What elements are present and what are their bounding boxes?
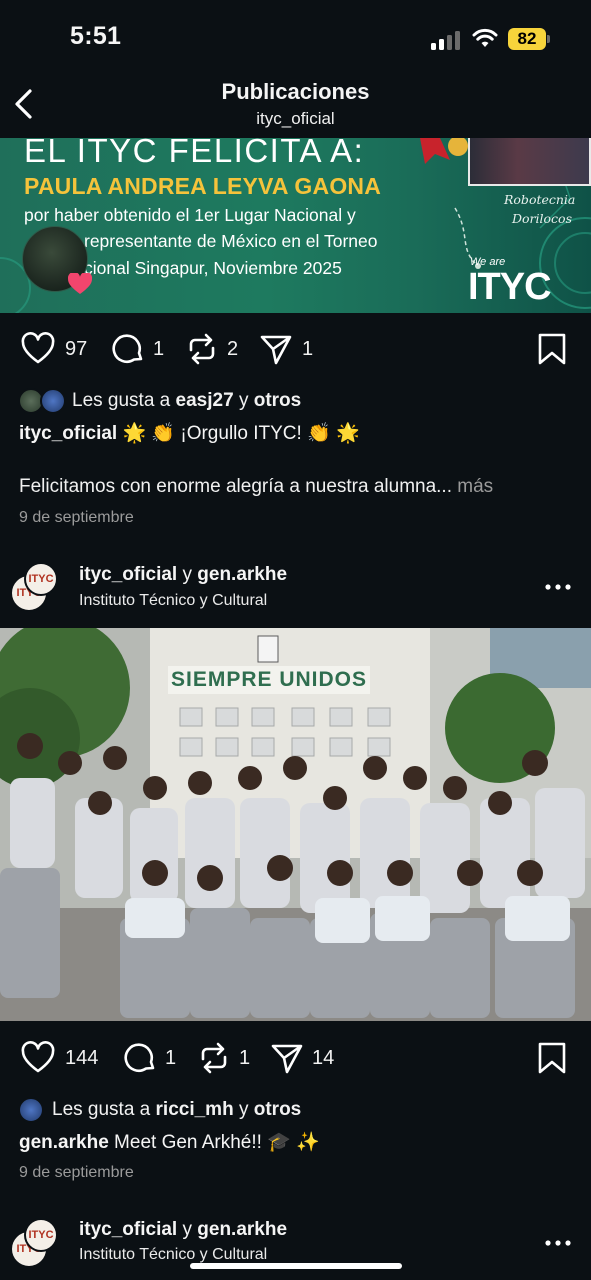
dorilocos-label: Dorilocos [512, 211, 572, 226]
like-count[interactable]: 144 [65, 1047, 98, 1070]
bookmark-icon[interactable] [535, 332, 569, 366]
post-date: 9 de septiembre [19, 509, 134, 526]
comment-count[interactable]: 1 [153, 338, 164, 361]
author-username[interactable]: ityc_oficial [79, 1219, 177, 1240]
battery-tip [547, 35, 550, 43]
post-caption: ityc_oficial 🌟 👏 ¡Orgullo ITYC! 👏 🌟 [19, 421, 360, 445]
author-username[interactable]: ityc_oficial [79, 564, 177, 585]
repost-count[interactable]: 2 [227, 338, 238, 361]
like-count[interactable]: 97 [65, 338, 87, 361]
collab-avatar[interactable]: ITYC [24, 562, 58, 596]
page-subtitle[interactable]: ityc_oficial [0, 109, 591, 129]
share-icon[interactable] [270, 1041, 304, 1075]
liked-by-join: y [238, 1099, 249, 1120]
wifi-icon [472, 28, 498, 47]
robotics-photo-frame [468, 138, 591, 186]
post-date: 9 de septiembre [19, 1164, 134, 1181]
banner-line-3: por haber obtenido el 1er Lugar Nacional… [24, 205, 356, 225]
repost-icon[interactable] [197, 1041, 231, 1075]
post-image-group-photo[interactable]: SIEMPRE UNIDOS [0, 628, 591, 1021]
repost-icon[interactable] [185, 332, 219, 366]
author-join: y [182, 564, 193, 585]
more-options-icon[interactable] [545, 1240, 571, 1246]
share-count[interactable]: 1 [302, 338, 313, 361]
battery-icon: 82 [508, 28, 546, 50]
post-author-line: ityc_oficial y gen.arkhe [79, 1219, 287, 1241]
collab-username[interactable]: gen.arkhe [197, 1219, 287, 1240]
liked-by-user[interactable]: ricci_mh [156, 1099, 234, 1120]
page-title: Publicaciones [221, 79, 370, 104]
share-count[interactable]: 14 [312, 1047, 334, 1070]
post-description[interactable]: Felicitamos con enorme alegría a nuestra… [19, 476, 493, 498]
caption-text: 🌟 👏 ¡Orgullo ITYC! 👏 🌟 [122, 423, 360, 444]
signal-icon [431, 30, 463, 50]
post-location[interactable]: Instituto Técnico y Cultural [79, 1246, 267, 1264]
liked-by-prefix: Les gusta a [72, 390, 171, 411]
bookmark-icon[interactable] [535, 1041, 569, 1075]
ityc-logo: ITYC [468, 266, 552, 308]
collab-username[interactable]: gen.arkhe [197, 564, 287, 585]
repost-count[interactable]: 1 [239, 1047, 250, 1070]
collab-avatar[interactable]: ITYC [24, 1218, 58, 1252]
home-indicator[interactable] [190, 1263, 402, 1269]
more-link[interactable]: más [457, 476, 493, 497]
heart-icon [68, 273, 92, 294]
avatar-logo: ITYC [28, 573, 54, 585]
comment-count[interactable]: 1 [165, 1047, 176, 1070]
liked-by-join: y [238, 390, 249, 411]
caption-text: Meet Gen Arkhé!! 🎓 ✨ [114, 1132, 320, 1153]
banner-line-4: representante de México en el Torneo [84, 231, 378, 251]
share-icon[interactable] [259, 332, 293, 366]
photo-sign-text: SIEMPRE UNIDOS [170, 668, 368, 691]
author-join: y [182, 1219, 193, 1240]
comment-icon[interactable] [112, 332, 146, 366]
post-image-banner[interactable]: EL ITYC FELICITA A: PAULA ANDREA LEYVA G… [0, 138, 591, 313]
liked-by-user[interactable]: easj27 [176, 390, 234, 411]
liker-avatar[interactable] [40, 388, 66, 414]
liker-avatar[interactable] [18, 1097, 44, 1123]
banner-line-5: cional Singapur, Noviembre 2025 [84, 258, 342, 278]
more-options-icon[interactable] [545, 584, 571, 590]
caption-username[interactable]: ityc_oficial [19, 423, 117, 444]
avatar-logo: ITYC [28, 1229, 54, 1241]
description-text: Felicitamos con enorme alegría a nuestra… [19, 476, 452, 497]
banner-line-1: EL ITYC FELICITA A: [24, 138, 365, 169]
caption-username[interactable]: gen.arkhe [19, 1132, 109, 1153]
post-caption: gen.arkhe Meet Gen Arkhé!! 🎓 ✨ [19, 1130, 320, 1154]
liked-by-line[interactable]: Les gusta a easj27 y otros [72, 390, 301, 412]
post-location[interactable]: Instituto Técnico y Cultural [79, 592, 267, 610]
liked-by-prefix: Les gusta a [52, 1099, 151, 1120]
post-author-line: ityc_oficial y gen.arkhe [79, 564, 287, 586]
like-heart-icon[interactable] [21, 332, 55, 366]
like-heart-icon[interactable] [21, 1041, 55, 1075]
banner-student-name: PAULA ANDREA LEYVA GAONA [24, 173, 382, 199]
liked-by-line[interactable]: Les gusta a ricci_mh y otros [52, 1099, 301, 1121]
liked-by-others[interactable]: otros [254, 1099, 302, 1120]
liked-by-others[interactable]: otros [254, 390, 302, 411]
medal-icon [420, 138, 468, 164]
status-time: 5:51 [70, 22, 122, 50]
comment-icon[interactable] [124, 1041, 158, 1075]
robotecnia-label: Robotecnia [504, 192, 576, 207]
